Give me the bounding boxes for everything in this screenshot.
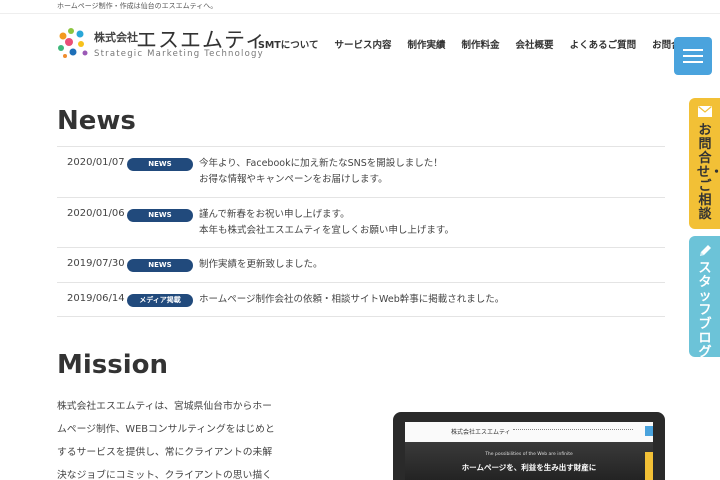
news-text-line: 謹んで新春をお祝い申し上げます。 [199, 209, 350, 220]
news-date: 2020/01/07 [67, 157, 125, 168]
mail-icon [698, 106, 712, 117]
global-nav: SMTについて サービス内容 制作実績 制作料金 会社概要 よくあるご質問 お問… [258, 37, 690, 51]
news-text-line: 本年も株式会社エスエムティを宜しくお願い申し上げます。 [199, 225, 454, 236]
mockup-side-tab [645, 452, 653, 480]
news-list: 2020/01/07 NEWS 今年より、Facebookに加え新たなSNSを開… [57, 146, 665, 317]
contact-side-tab-label: お問合せ・ご相談 [697, 123, 720, 222]
site-logo[interactable]: 株式会社 エスエムティ Strategic Marketing Technolo… [56, 26, 266, 60]
news-date: 2019/06/14 [67, 293, 125, 304]
mission-text-line: 株式会社エスエムティは、宮城県仙台市からホー [57, 401, 272, 412]
news-date: 2019/07/30 [67, 258, 125, 269]
laptop-screen: 株式会社エスエムティ The possibilities of the Web … [405, 422, 653, 480]
nav-item-faq[interactable]: よくあるご質問 [570, 37, 637, 51]
news-item[interactable]: 2019/07/30 NEWS 制作実績を更新致しました。 [57, 248, 665, 283]
staff-blog-side-tab[interactable]: スタッフブログ [689, 236, 720, 360]
mockup-header: 株式会社エスエムティ [405, 422, 653, 442]
news-text-line: お得な情報やキャンペーンをお届けします。 [199, 174, 388, 185]
top-bar: ホームページ制作・作成は仙台のエスエムティへ。 [0, 0, 720, 14]
news-text[interactable]: 今年より、Facebookに加え新たなSNSを開設しました！ お得な情報やキャン… [199, 156, 443, 188]
mockup-nav [513, 429, 633, 432]
news-category-badge: NEWS [127, 158, 193, 171]
nav-item-about[interactable]: SMTについて [258, 37, 319, 51]
nav-item-services[interactable]: サービス内容 [335, 37, 392, 51]
news-item[interactable]: 2020/01/06 NEWS 謹んで新春をお祝い申し上げます。 本年も株式会社… [57, 198, 665, 248]
mission-body: 株式会社エスエムティは、宮城県仙台市からホー ムページ制作、WEBコンサルティン… [57, 395, 279, 480]
staff-blog-side-tab-label: スタッフブログ [698, 261, 712, 360]
news-text-line: 今年より、Facebookに加え新たなSNSを開設しました！ [199, 158, 443, 169]
hamburger-line [683, 61, 703, 63]
news-text-line: ホームページ制作会社の依頼・相談サイトWeb幹事に掲載されました。 [199, 294, 505, 305]
site-tagline: ホームページ制作・作成は仙台のエスエムティへ。 [57, 2, 218, 10]
colorful-dots-icon [58, 28, 88, 58]
news-text[interactable]: 謹んで新春をお祝い申し上げます。 本年も株式会社エスエムティを宜しくお願い申し上… [199, 207, 454, 239]
contact-side-tab[interactable]: お問合せ・ご相談 [689, 98, 720, 229]
laptop-mockup-image: 株式会社エスエムティ The possibilities of the Web … [393, 412, 665, 480]
hamburger-menu-button[interactable] [674, 37, 712, 75]
hamburger-line [683, 55, 703, 57]
news-category-badge: NEWS [127, 259, 193, 272]
nav-item-works[interactable]: 制作実績 [408, 37, 446, 51]
news-item[interactable]: 2019/06/14 メディア掲載 ホームページ制作会社の依頼・相談サイトWeb… [57, 283, 665, 317]
logo-subtitle: Strategic Marketing Technology [94, 49, 264, 59]
mockup-menu-button [645, 426, 653, 436]
news-text-line: 制作実績を更新致しました。 [199, 259, 323, 270]
site-header: 株式会社 エスエムティ Strategic Marketing Technolo… [0, 14, 720, 75]
news-category-badge: NEWS [127, 209, 193, 222]
mission-heading: Mission [57, 350, 169, 380]
news-category-badge: メディア掲載 [127, 294, 193, 307]
mission-text-line: するサービスを提供し、常にクライアントの未解 [57, 447, 273, 458]
mission-text-line: 決なジョブにコミット、クライアントの思い描く [57, 470, 272, 480]
mission-text-line: ムページ制作、WEBコンサルティングをはじめと [57, 424, 275, 435]
logo-company-type: 株式会社 [94, 31, 138, 44]
news-heading: News [57, 106, 136, 136]
mockup-hero-caption: The possibilities of the Web are infinit… [485, 452, 573, 457]
nav-item-pricing[interactable]: 制作料金 [462, 37, 500, 51]
mockup-hero [405, 442, 653, 480]
news-text[interactable]: 制作実績を更新致しました。 [199, 257, 323, 273]
nav-item-company[interactable]: 会社概要 [516, 37, 554, 51]
mockup-hero-headline: ホームページを、利益を生み出す財産に [461, 463, 597, 472]
mockup-logo: 株式会社エスエムティ [451, 429, 511, 436]
news-text[interactable]: ホームページ制作会社の依頼・相談サイトWeb幹事に掲載されました。 [199, 292, 504, 308]
news-item[interactable]: 2020/01/07 NEWS 今年より、Facebookに加え新たなSNSを開… [57, 147, 665, 198]
hamburger-menu-icon [683, 49, 703, 51]
news-date: 2020/01/06 [67, 208, 125, 219]
pencil-icon [700, 245, 711, 256]
